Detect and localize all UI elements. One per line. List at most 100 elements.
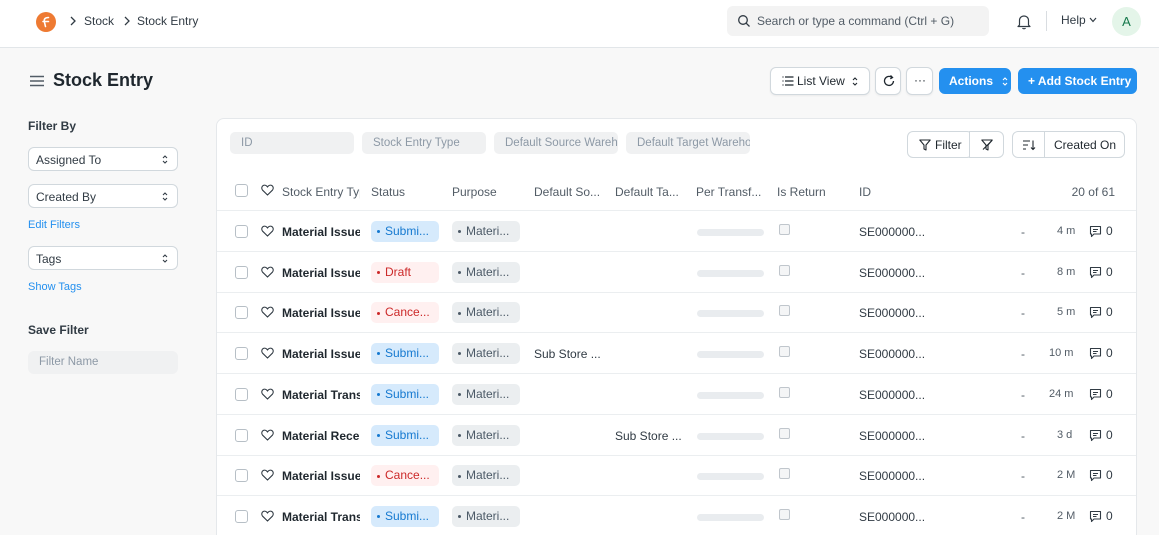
sort-control[interactable]: Created On [1012, 131, 1125, 158]
heart-icon[interactable] [261, 225, 274, 237]
row-checkbox[interactable] [235, 509, 248, 523]
column-header-default-target[interactable]: Default Ta... [615, 185, 687, 199]
edit-filters-link[interactable]: Edit Filters [28, 219, 80, 231]
row-checkbox[interactable] [235, 428, 248, 442]
is-return-checkbox [779, 346, 790, 358]
default-target-filter-field[interactable]: Default Target Warehouse [626, 132, 750, 154]
id-cell[interactable]: SE000000... [859, 266, 925, 280]
id-cell[interactable]: SE000000... [859, 306, 925, 320]
per-transferred-progress [697, 269, 764, 277]
sidebar-toggle-icon[interactable] [29, 75, 45, 87]
assigned-to-select[interactable]: Assigned To [28, 147, 178, 171]
row-title-link[interactable]: Material Issue [282, 469, 360, 483]
row-checkbox[interactable] [235, 225, 248, 238]
created-by-select[interactable]: Created By [28, 184, 178, 208]
status-badge: Submi... [371, 505, 439, 527]
id-filter-field[interactable]: ID [230, 132, 354, 154]
row-checkbox[interactable] [235, 469, 248, 483]
table-row[interactable]: Material Issue Cance... Materi... SE000000.… [217, 456, 1136, 497]
id-cell[interactable]: SE000000... [859, 225, 925, 239]
modified-time: 10 m [1049, 347, 1074, 360]
updown-icon [162, 154, 168, 165]
app-logo-icon[interactable] [36, 12, 56, 32]
sort-field-label[interactable]: Created On [1054, 138, 1116, 152]
column-header-default-source[interactable]: Default So... [534, 185, 606, 199]
column-header-purpose[interactable]: Purpose [452, 185, 522, 199]
heart-icon[interactable] [261, 184, 274, 196]
status-badge: Cance... [371, 302, 439, 324]
row-title-link[interactable]: Material Transfer [282, 388, 360, 402]
heart-icon[interactable] [261, 469, 274, 481]
refresh-button[interactable] [875, 67, 901, 95]
is-return-checkbox [779, 305, 790, 317]
more-button[interactable]: ··· [906, 67, 933, 95]
column-header-is-return[interactable]: Is Return [777, 185, 847, 199]
status-text: Submi... [385, 346, 430, 361]
filter-button[interactable]: Filter [907, 131, 973, 158]
row-title-link[interactable]: Material Issue [282, 347, 360, 361]
table-header: Stock Entry Type Status Purpose Default … [217, 171, 1136, 211]
stock-entry-type-filter-field[interactable]: Stock Entry Type [362, 132, 486, 154]
select-all-checkbox[interactable] [235, 184, 248, 197]
sort-icon[interactable] [1022, 139, 1036, 151]
filter-name-input[interactable]: Filter Name [28, 351, 178, 374]
assigned-cell: - [1021, 225, 1025, 239]
chevron-down-icon [1089, 17, 1097, 23]
breadcrumb-stock[interactable]: Stock [84, 14, 114, 28]
column-header-stock-entry-type[interactable]: Stock Entry Type [282, 185, 360, 199]
clear-filter-button[interactable] [969, 131, 1004, 158]
id-cell[interactable]: SE000000... [859, 347, 925, 361]
help-menu[interactable]: Help [1061, 13, 1086, 27]
table-row[interactable]: Material Issue Submi... Materi... SE000000.… [217, 212, 1136, 252]
table-row[interactable]: Material Issue Submi... Materi... Sub Store… [217, 334, 1136, 375]
avatar[interactable]: A [1112, 7, 1141, 36]
default-source-cell: Sub Store ... [534, 347, 601, 362]
id-cell[interactable]: SE000000... [859, 510, 925, 524]
show-tags-link[interactable]: Show Tags [28, 281, 82, 293]
purpose-badge: Materi... [452, 424, 520, 446]
heart-icon[interactable] [261, 510, 274, 522]
search-input[interactable]: Search or type a command (Ctrl + G) [727, 6, 989, 36]
column-header-per-transferred[interactable]: Per Transf... [696, 185, 771, 199]
table-row[interactable]: Material Transfer Submi... Materi... SE0000… [217, 375, 1136, 415]
actions-label: Actions [949, 74, 994, 88]
heart-icon[interactable] [261, 266, 274, 278]
table-row[interactable]: Material Issue Cance... Materi... SE000000.… [217, 293, 1136, 334]
row-checkbox[interactable] [235, 347, 248, 361]
row-checkbox[interactable] [235, 387, 248, 401]
row-title-link[interactable]: Material Issue [282, 306, 360, 320]
id-cell[interactable]: SE000000... [859, 388, 925, 402]
assigned-cell: - [1021, 387, 1025, 402]
row-title-link[interactable]: Material Issue [282, 266, 360, 280]
table-row[interactable]: Material Transfer Submi... Materi... SE0000… [217, 497, 1136, 535]
heart-icon[interactable] [261, 306, 274, 319]
comment-icon [1089, 388, 1102, 401]
per-transferred-progress [697, 351, 764, 359]
per-transferred-progress [697, 310, 764, 318]
bell-icon[interactable] [1016, 13, 1032, 30]
id-cell[interactable]: SE000000... [859, 469, 925, 483]
column-header-status[interactable]: Status [371, 185, 441, 199]
row-checkbox[interactable] [235, 306, 248, 320]
row-title-link[interactable]: Material Issue [282, 225, 360, 239]
purpose-badge: Materi... [452, 302, 520, 324]
status-text: Cance... [385, 468, 430, 483]
row-checkbox[interactable] [235, 265, 248, 279]
heart-icon[interactable] [261, 347, 274, 359]
actions-button[interactable]: Actions [939, 68, 1011, 94]
row-title-link[interactable]: Material Transfer [282, 510, 360, 524]
row-title-link[interactable]: Material Receipt [282, 429, 360, 443]
table-row[interactable]: Material Receipt Submi... Materi... Sub Sto… [217, 416, 1136, 456]
table-row[interactable]: Material Issue Draft Materi... SE000000... -… [217, 253, 1136, 293]
column-header-id[interactable]: ID [859, 185, 899, 199]
id-cell[interactable]: SE000000... [859, 429, 925, 443]
purpose-text: Materi... [466, 508, 510, 523]
default-source-filter-field[interactable]: Default Source Warehouse [494, 132, 618, 154]
navbar: Stock Stock Entry Search or type a comma… [0, 0, 1159, 48]
tags-select[interactable]: Tags [28, 246, 178, 270]
list-view-button[interactable]: List View [770, 67, 870, 95]
heart-icon[interactable] [261, 429, 274, 441]
add-stock-entry-button[interactable]: + Add Stock Entry [1018, 68, 1137, 94]
heart-icon[interactable] [261, 388, 274, 400]
breadcrumb-stock-entry[interactable]: Stock Entry [137, 14, 198, 28]
